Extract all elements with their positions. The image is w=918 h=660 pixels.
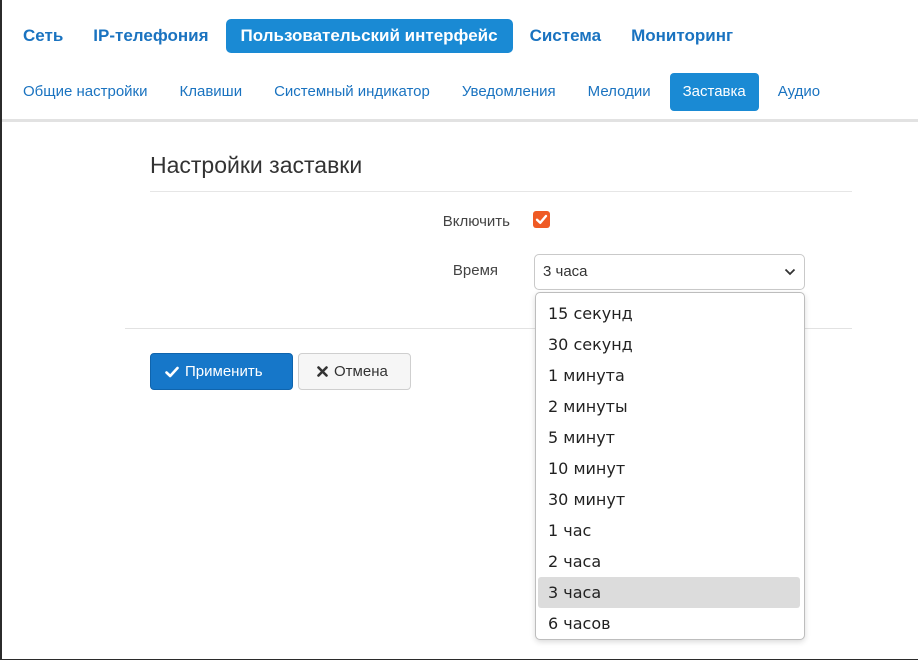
apply-button[interactable]: Применить [150, 353, 293, 390]
time-select-value: 3 часа [543, 263, 588, 280]
dropdown-option-selected[interactable]: 3 часа [538, 577, 800, 608]
dropdown-option[interactable]: 15 секунд [538, 298, 800, 329]
tab-system[interactable]: Система [517, 19, 615, 53]
dropdown-option[interactable]: 6 часов [538, 608, 800, 639]
tab-ip-telephony[interactable]: IP-телефония [80, 19, 221, 53]
dropdown-option[interactable]: 10 минут [538, 453, 800, 484]
subtab-system-indicator[interactable]: Системный индикатор [261, 73, 443, 111]
tab-monitoring[interactable]: Мониторинг [618, 19, 746, 53]
time-label: Время [452, 262, 498, 279]
enable-checkbox[interactable] [533, 211, 550, 228]
subtab-screensaver[interactable]: Заставка [669, 73, 759, 111]
time-dropdown-list: 15 секунд 30 секунд 1 минута 2 минуты 5 … [535, 292, 805, 640]
subtab-notifications[interactable]: Уведомления [449, 73, 569, 111]
top-navigation: Сеть IP-телефония Пользовательский интер… [10, 19, 750, 53]
chevron-down-icon [784, 268, 796, 276]
subtab-keys[interactable]: Клавиши [167, 73, 256, 111]
cancel-button-label: Отмена [334, 363, 388, 380]
section-title: Настройки заставки [150, 152, 363, 178]
section-divider [150, 191, 852, 192]
dropdown-option[interactable]: 1 минута [538, 360, 800, 391]
checkmark-icon [165, 366, 179, 378]
enable-label: Включить [442, 213, 510, 230]
tab-network[interactable]: Сеть [10, 19, 76, 53]
tab-user-interface[interactable]: Пользовательский интерфейс [225, 19, 513, 53]
time-select[interactable]: 3 часа [534, 254, 805, 290]
subnav-divider [2, 119, 918, 122]
check-icon [535, 214, 548, 224]
dropdown-option[interactable]: 30 секунд [538, 329, 800, 360]
close-icon [317, 366, 328, 377]
apply-button-label: Применить [185, 363, 263, 380]
subtab-audio[interactable]: Аудио [765, 73, 833, 111]
subtab-general-settings[interactable]: Общие настройки [10, 73, 161, 111]
dropdown-option[interactable]: 30 минут [538, 484, 800, 515]
subtab-melodies[interactable]: Мелодии [575, 73, 664, 111]
dropdown-option[interactable]: 2 минуты [538, 391, 800, 422]
dropdown-option[interactable]: 1 час [538, 515, 800, 546]
sub-navigation: Общие настройки Клавиши Системный индика… [10, 73, 839, 111]
cancel-button[interactable]: Отмена [298, 353, 411, 390]
dropdown-option[interactable]: 5 минут [538, 422, 800, 453]
dropdown-option[interactable]: 2 часа [538, 546, 800, 577]
